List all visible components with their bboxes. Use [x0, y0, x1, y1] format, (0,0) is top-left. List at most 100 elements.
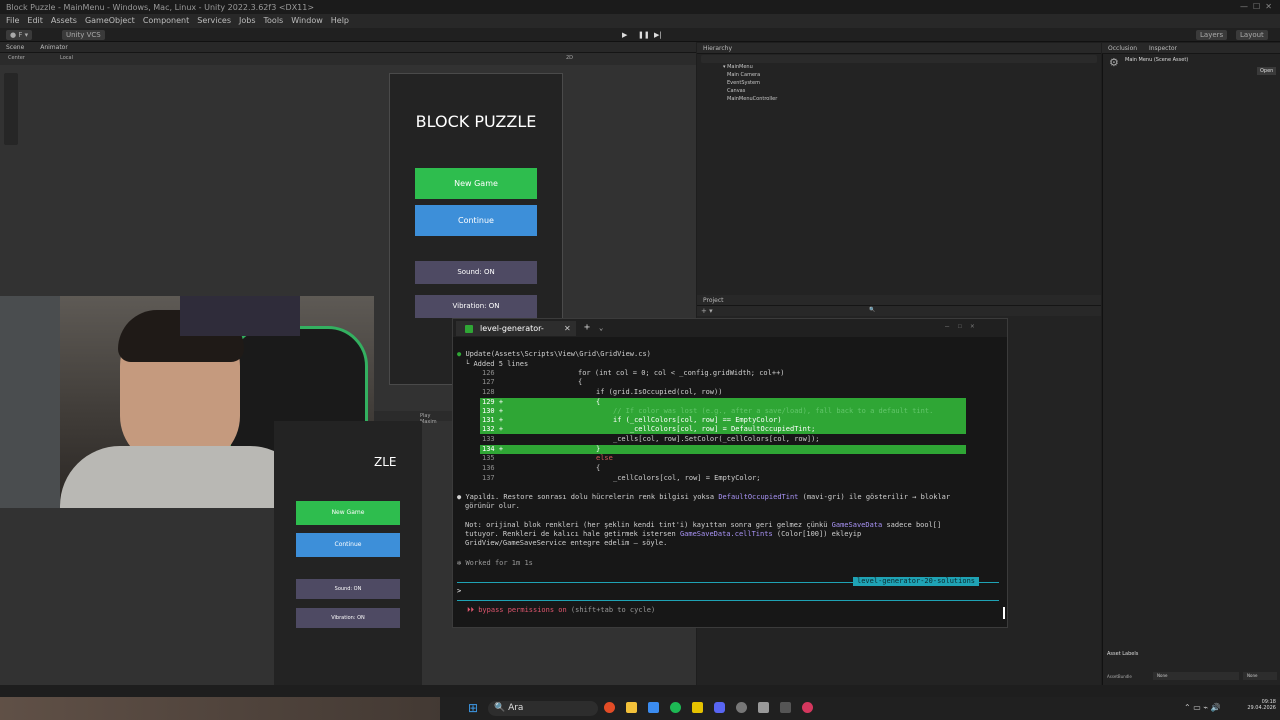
account-button[interactable]: ● F ▾ — [6, 30, 33, 40]
code-line: 130 + — [482, 407, 503, 416]
menu-assets[interactable]: Assets — [51, 16, 77, 26]
tab-animator[interactable]: Animator — [40, 44, 68, 51]
sound-toggle-button[interactable]: Sound: ON — [415, 261, 537, 284]
layout-dropdown[interactable]: Layout — [1236, 30, 1268, 40]
line-number: 131 + — [482, 416, 504, 424]
vscode-icon[interactable] — [648, 702, 659, 713]
hierarchy-item[interactable]: MainMenuController — [727, 96, 777, 102]
line-number: 135 — [482, 454, 495, 462]
vibration-toggle-button[interactable]: Vibration: ON — [415, 295, 537, 318]
assetbundle-dropdown[interactable]: None — [1153, 672, 1239, 680]
bypass-hint: (shift+tab to cycle) — [566, 606, 656, 614]
bypass-permissions-status[interactable]: ⏵⏵ bypass permissions on (shift+tab to c… — [467, 606, 655, 615]
tab-inspector[interactable]: Inspector — [1149, 45, 1177, 52]
menu-jobs[interactable]: Jobs — [239, 16, 256, 26]
hierarchy-panel: ▾ MainMenu Main Camera EventSystem Canva… — [697, 54, 1101, 295]
variant-dropdown[interactable]: None — [1243, 672, 1277, 680]
hierarchy-item[interactable]: EventSystem — [727, 80, 760, 86]
tab-hierarchy[interactable]: Hierarchy — [703, 45, 732, 52]
step-button[interactable]: ▶| — [650, 30, 666, 40]
continue-button[interactable]: Continue — [415, 205, 537, 236]
vcs-button[interactable]: Unity VCS — [62, 30, 105, 40]
terminal-tab-bar: ⊠ level-generator- ✕ + ⌄ — ☐ ✕ — [453, 319, 1007, 337]
menu-help[interactable]: Help — [331, 16, 349, 26]
worked-status-text: Worked for 1m 1s — [465, 559, 533, 567]
terminal-tab[interactable]: level-generator- ✕ — [456, 321, 576, 336]
hierarchy-item[interactable]: Main Camera — [727, 72, 760, 78]
code-line-text: if (grid.IsOccupied(col, row)) — [596, 388, 723, 396]
file-explorer-icon[interactable] — [626, 702, 637, 713]
project-toolbar: + ▾ 🔍 — [697, 306, 1101, 316]
note-line-3: GridView/GameSaveService entegre edelim … — [465, 539, 668, 547]
menu-window[interactable]: Window — [291, 16, 323, 26]
app-icon-2[interactable] — [802, 702, 813, 713]
scene-asset-title: Main Menu (Scene Asset) — [1125, 57, 1189, 63]
unity-icon[interactable] — [780, 702, 791, 713]
scene-tool-palette[interactable] — [4, 73, 18, 145]
hierarchy-tab-bar: Hierarchy — [697, 43, 1101, 54]
tab-occlusion[interactable]: Occlusion — [1108, 45, 1137, 52]
tab-dropdown-icon[interactable]: ⌄ — [599, 324, 603, 332]
tab-project[interactable]: Project — [703, 297, 724, 304]
layers-dropdown[interactable]: Layers — [1196, 30, 1228, 40]
terminal-window: ⊠ level-generator- ✕ + ⌄ — ☐ ✕ ● Update(… — [452, 318, 1008, 628]
code-line: 134 + — [482, 445, 503, 454]
pivot-local-toggle[interactable]: Local — [60, 55, 73, 61]
window-controls[interactable]: — ☐ ✕ — [945, 322, 975, 330]
continue-button-game[interactable]: Continue — [296, 533, 400, 557]
update-line: ● Update(Assets\Scripts\View\Grid\GridVi… — [457, 350, 651, 359]
bullet-icon: ● — [457, 350, 462, 358]
inspector-panel: ⚙ Main Menu (Scene Asset) Open Asset Lab… — [1102, 54, 1280, 685]
open-button[interactable]: Open — [1257, 67, 1277, 75]
windows-start-icon[interactable]: ⊞ — [468, 702, 480, 714]
menu-file[interactable]: File — [6, 16, 19, 26]
spotify-icon[interactable] — [670, 702, 681, 713]
discord-icon[interactable] — [714, 702, 725, 713]
menu-tools[interactable]: Tools — [264, 16, 284, 26]
tab-scene[interactable]: Scene — [6, 44, 24, 51]
hierarchy-search-input[interactable] — [701, 55, 1097, 63]
menu-edit[interactable]: Edit — [27, 16, 43, 26]
chrome-icon[interactable] — [604, 702, 615, 713]
settings-icon[interactable] — [736, 702, 747, 713]
close-tab-icon[interactable]: ✕ — [564, 321, 571, 336]
add-icon[interactable]: + ▾ — [701, 307, 713, 315]
assetbundle-label: AssetBundle — [1107, 674, 1132, 679]
note-code: GameSaveData — [831, 521, 883, 529]
game-title: BLOCK PUZZLE — [415, 112, 537, 131]
2d-toggle[interactable]: 2D — [566, 55, 573, 61]
new-tab-button[interactable]: + — [584, 322, 590, 333]
menu-component[interactable]: Component — [143, 16, 189, 26]
system-tray-icons[interactable]: ⌃ ▭ ⌁ 🔊 — [1184, 703, 1221, 712]
added-lines-label: Added 5 lines — [473, 360, 529, 368]
code-line-text: else — [596, 454, 613, 462]
taskbar-clock[interactable]: 09:18 29.04.2026 — [1244, 699, 1276, 711]
vibration-button-game[interactable]: Vibration: ON — [296, 608, 400, 628]
webcam-bleed-image — [0, 697, 440, 720]
terminal-tab-icon — [465, 325, 473, 333]
sound-button-game[interactable]: Sound: ON — [296, 579, 400, 599]
input-divider — [457, 600, 999, 601]
window-controls[interactable]: — ☐ ✕ — [1240, 2, 1272, 11]
person-shirt-image — [60, 446, 310, 508]
menu-gameobject[interactable]: GameObject — [85, 16, 135, 26]
line-number: 129 + — [482, 398, 504, 406]
line-number: 130 + — [482, 407, 504, 415]
pivot-center-toggle[interactable]: Center — [8, 55, 25, 61]
hierarchy-item[interactable]: Canvas — [727, 88, 745, 94]
app-icon[interactable] — [692, 702, 703, 713]
line-number: 132 + — [482, 425, 504, 433]
menu-services[interactable]: Services — [197, 16, 231, 26]
hierarchy-scene-root[interactable]: ▾ MainMenu — [723, 64, 753, 70]
play-maximized-label[interactable]: Play Maxim — [420, 413, 437, 425]
code-line-text: { — [578, 378, 583, 386]
taskbar-search[interactable]: 🔍 Ara — [488, 701, 598, 716]
play-button[interactable]: ▶ — [618, 30, 631, 40]
search-icon[interactable]: 🔍 — [869, 307, 875, 313]
unity-hub-icon[interactable] — [758, 702, 769, 713]
note-part: Not: orijinal blok renkleri (her şeklin … — [465, 521, 832, 529]
line-number: 127 — [482, 378, 495, 386]
new-game-button[interactable]: New Game — [415, 168, 537, 199]
prompt-input[interactable]: > — [457, 587, 461, 596]
new-game-button-game[interactable]: New Game — [296, 501, 400, 525]
